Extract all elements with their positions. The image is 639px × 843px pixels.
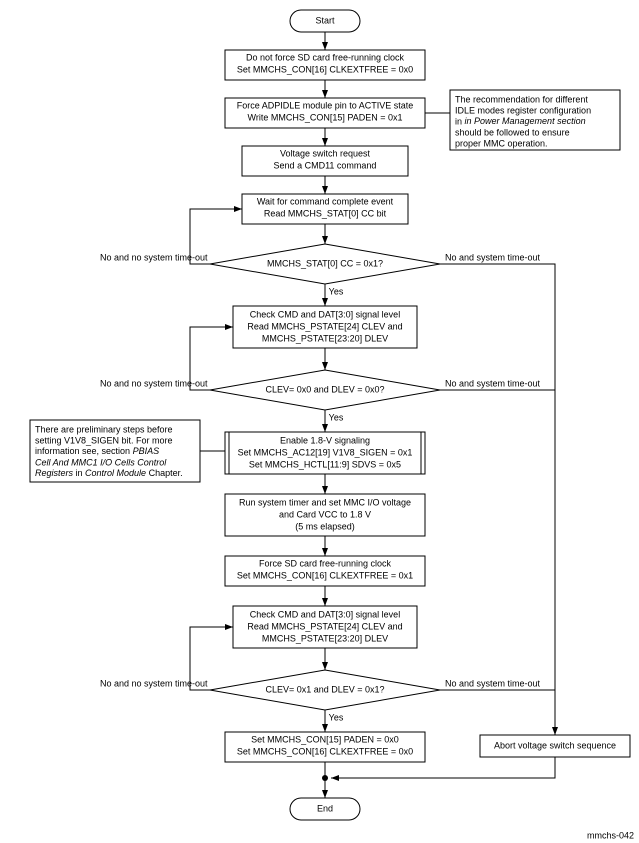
svg-text:Write MMCHS_CON[15] PADEN = 0x: Write MMCHS_CON[15] PADEN = 0x1 (248, 112, 403, 122)
process-check-clev-dlev-2: Check CMD and DAT[3:0] signal level Read… (233, 606, 417, 648)
svg-text:There are preliminary steps be: There are preliminary steps before (35, 424, 173, 434)
svg-text:and Card VCC to 1.8 V: and Card VCC to 1.8 V (279, 509, 371, 519)
svg-text:in in Power Management section: in in Power Management section (455, 116, 586, 126)
svg-text:No and system time-out: No and system time-out (445, 678, 541, 688)
svg-text:Read MMCHS_STAT[0] CC bit: Read MMCHS_STAT[0] CC bit (264, 208, 387, 218)
svg-text:No and no system time-out: No and no system time-out (100, 678, 208, 688)
svg-text:Set MMCHS_AC12[19] V1V8_SIGEN: Set MMCHS_AC12[19] V1V8_SIGEN = 0x1 (238, 447, 413, 457)
process-check-clev-dlev-1: Check CMD and DAT[3:0] signal level Read… (233, 306, 417, 348)
yes-label: Yes (329, 286, 344, 296)
svg-text:Set MMCHS_HCTL[11:9] SDVS = 0x: Set MMCHS_HCTL[11:9] SDVS = 0x5 (249, 459, 401, 469)
figure-id: mmchs-042 (587, 830, 634, 840)
no-timeout-label: No and system time-out (445, 252, 541, 262)
note-power-management: The recommendation for different IDLE mo… (450, 90, 620, 150)
svg-text:Yes: Yes (329, 712, 344, 722)
svg-text:Do not force SD card free-runn: Do not force SD card free-running clock (246, 52, 405, 62)
end-terminal: End (290, 798, 360, 820)
svg-text:No and no system time-out: No and no system time-out (100, 378, 208, 388)
svg-text:Abort voltage switch sequence: Abort voltage switch sequence (494, 740, 616, 750)
process-paden-on: Force ADPIDLE module pin to ACTIVE state… (225, 98, 425, 128)
decision-clev-dlev-1: CLEV= 0x1 and DLEV = 0x1? (210, 670, 440, 710)
svg-text:Read MMCHS_PSTATE[24] CLEV and: Read MMCHS_PSTATE[24] CLEV and (247, 321, 402, 331)
svg-text:Cell And MMC1 I/O Cells Contro: Cell And MMC1 I/O Cells Control (35, 457, 167, 467)
decision-cc: MMCHS_STAT[0] CC = 0x1? (210, 244, 440, 284)
svg-text:Check CMD and DAT[3:0] signal: Check CMD and DAT[3:0] signal level (250, 609, 400, 619)
svg-text:Check CMD and DAT[3:0] signal: Check CMD and DAT[3:0] signal level (250, 309, 400, 319)
svg-text:IDLE modes register configurat: IDLE modes register configuration (455, 105, 591, 115)
svg-text:CLEV= 0x0 and DLEV = 0x0?: CLEV= 0x0 and DLEV = 0x0? (265, 384, 384, 394)
process-reset-paden-clkextfree: Set MMCHS_CON[15] PADEN = 0x0 Set MMCHS_… (225, 732, 425, 762)
svg-text:Voltage switch request: Voltage switch request (280, 148, 371, 158)
svg-text:Enable 1.8-V signaling: Enable 1.8-V signaling (280, 435, 370, 445)
svg-text:Set MMCHS_CON[16] CLKEXTFREE =: Set MMCHS_CON[16] CLKEXTFREE = 0x0 (237, 746, 413, 756)
process-wait-cc: Wait for command complete event Read MMC… (242, 194, 408, 224)
svg-text:Set MMCHS_CON[15] PADEN = 0x0: Set MMCHS_CON[15] PADEN = 0x0 (251, 734, 399, 744)
svg-text:(5 ms elapsed): (5 ms elapsed) (295, 521, 355, 531)
svg-text:MMCHS_STAT[0] CC = 0x1?: MMCHS_STAT[0] CC = 0x1? (267, 258, 383, 268)
svg-text:setting V1V8_SIGEN bit. For mo: setting V1V8_SIGEN bit. For more (35, 435, 173, 445)
svg-text:Wait for command complete even: Wait for command complete event (257, 196, 394, 206)
svg-text:MMCHS_PSTATE[23:20] DLEV: MMCHS_PSTATE[23:20] DLEV (262, 633, 388, 643)
svg-text:Force ADPIDLE module pin to AC: Force ADPIDLE module pin to ACTIVE state (237, 100, 414, 110)
svg-text:information see, section PBIAS: information see, section PBIAS (35, 446, 159, 456)
process-clkextfree-on: Force SD card free-running clock Set MMC… (225, 556, 425, 586)
svg-text:Registers in Control Module Ch: Registers in Control Module Chapter. (35, 468, 183, 478)
start-terminal: Start (290, 10, 360, 32)
end-label: End (317, 803, 333, 813)
svg-text:No and system time-out: No and system time-out (445, 378, 541, 388)
decision-clev-dlev-0: CLEV= 0x0 and DLEV = 0x0? (210, 370, 440, 410)
svg-text:Read MMCHS_PSTATE[24] CLEV and: Read MMCHS_PSTATE[24] CLEV and (247, 621, 402, 631)
process-abort: Abort voltage switch sequence (480, 735, 630, 757)
no-no-timeout-label: No and no system time-out (100, 252, 208, 262)
svg-text:Set MMCHS_CON[16] CLKEXTFREE =: Set MMCHS_CON[16] CLKEXTFREE = 0x0 (237, 64, 413, 74)
svg-text:Run system timer and set MMC I: Run system timer and set MMC I/O voltage (239, 497, 411, 507)
svg-text:The recommendation for differe: The recommendation for different (455, 94, 588, 104)
svg-text:MMCHS_PSTATE[23:20] DLEV: MMCHS_PSTATE[23:20] DLEV (262, 333, 388, 343)
svg-text:Yes: Yes (329, 412, 344, 422)
process-voltage-switch-request: Voltage switch request Send a CMD11 comm… (242, 146, 408, 176)
svg-text:Force SD card free-running clo: Force SD card free-running clock (259, 558, 392, 568)
svg-text:CLEV= 0x1 and DLEV = 0x1?: CLEV= 0x1 and DLEV = 0x1? (265, 684, 384, 694)
process-enable-1v8: Enable 1.8-V signaling Set MMCHS_AC12[19… (225, 432, 425, 474)
svg-text:Send a CMD11 command: Send a CMD11 command (274, 160, 377, 170)
svg-text:should be followed to ensure: should be followed to ensure (455, 127, 570, 137)
process-clkextfree-off: Do not force SD card free-running clock … (225, 50, 425, 80)
svg-text:Set MMCHS_CON[16] CLKEXTFREE =: Set MMCHS_CON[16] CLKEXTFREE = 0x1 (237, 570, 413, 580)
svg-text:proper MMC operation.: proper MMC operation. (455, 138, 548, 148)
process-run-timer: Run system timer and set MMC I/O voltage… (225, 494, 425, 536)
start-label: Start (315, 15, 335, 25)
note-pbias: There are preliminary steps before setti… (30, 420, 200, 482)
